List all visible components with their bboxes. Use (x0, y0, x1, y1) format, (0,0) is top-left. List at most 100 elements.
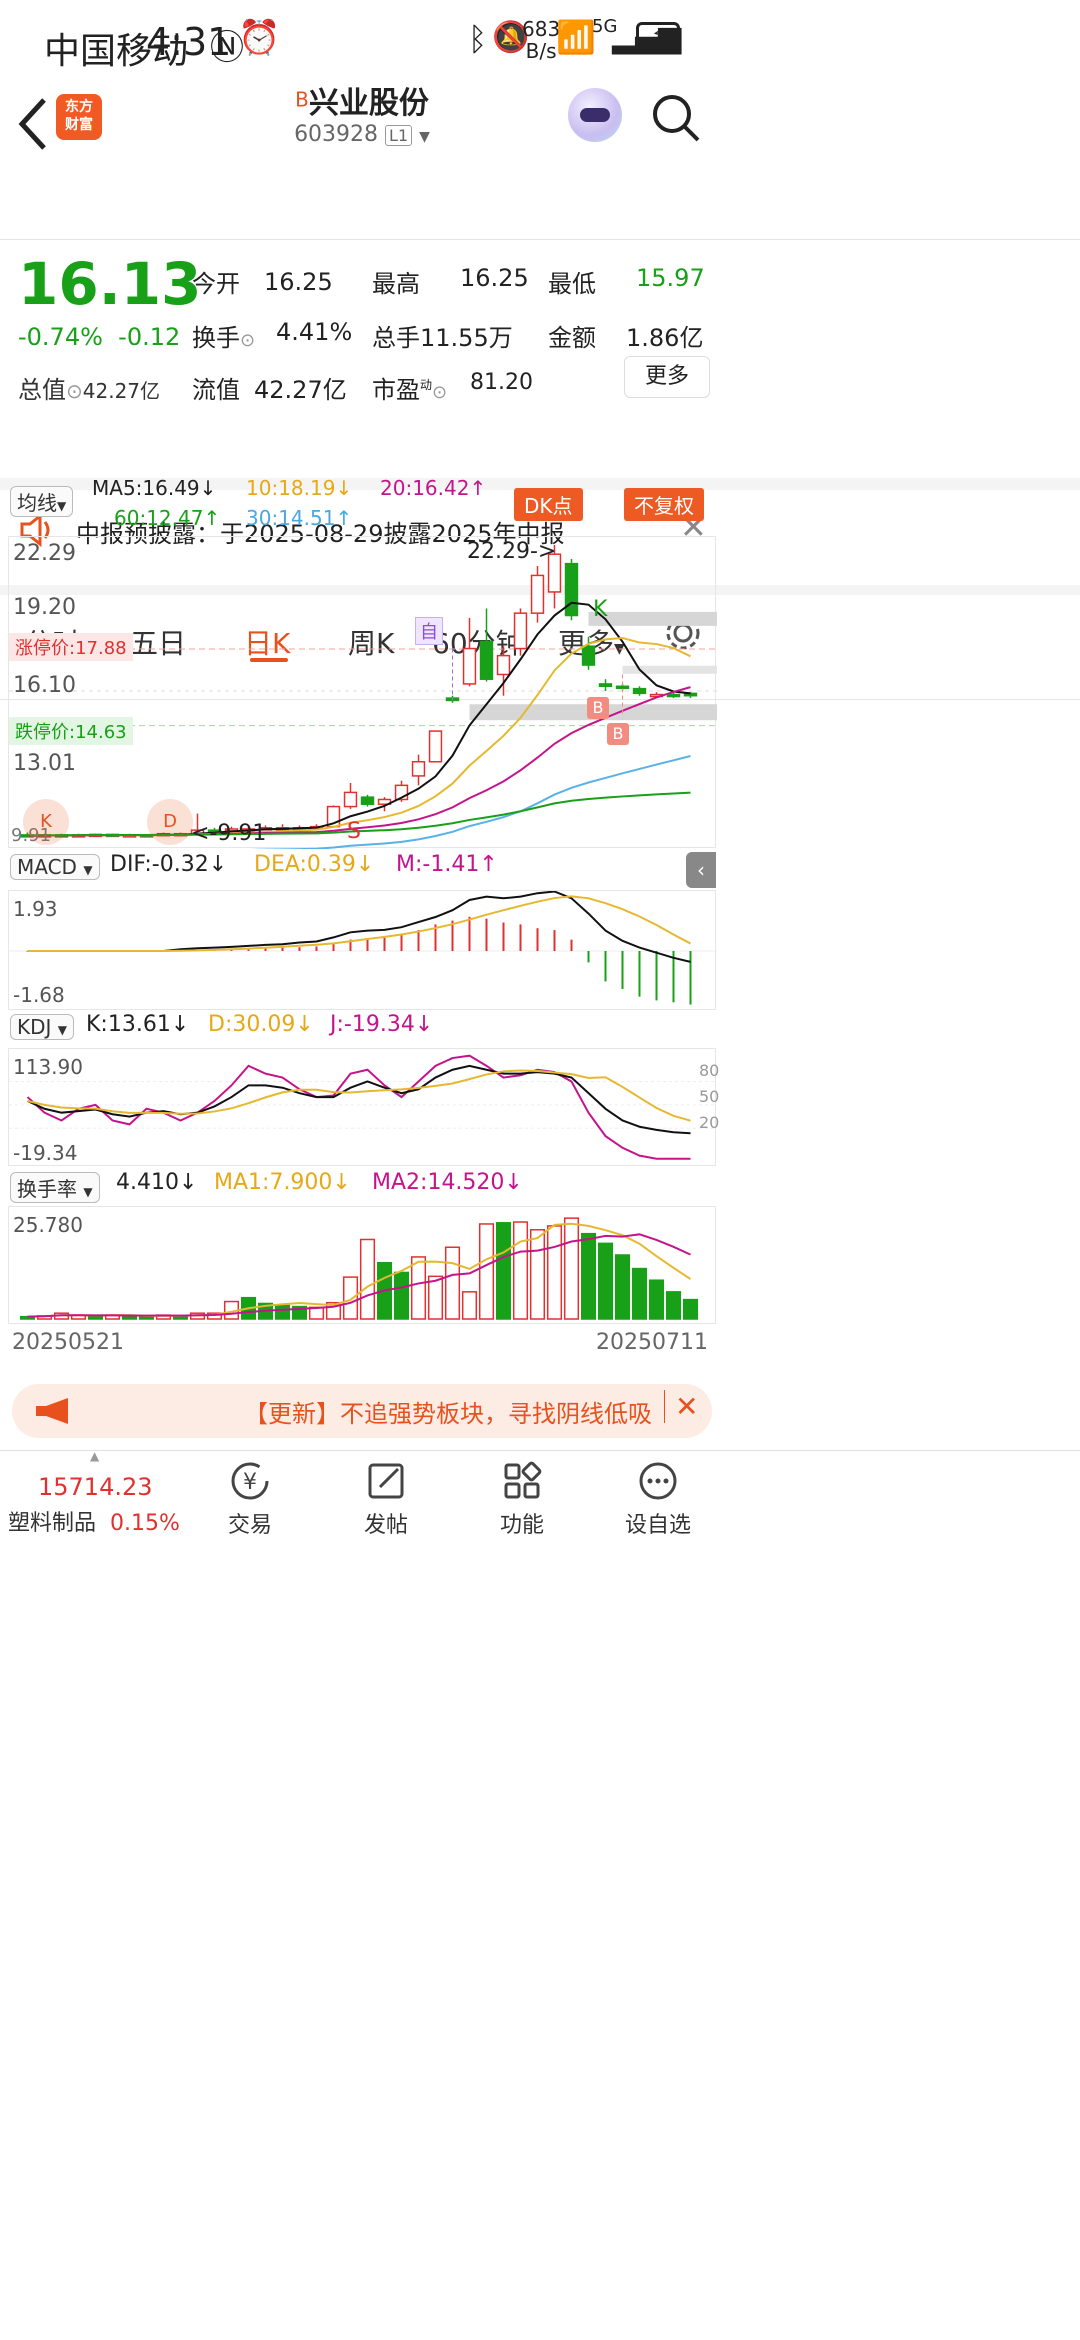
up-arrow-icon: ▲ (90, 1449, 100, 1463)
bluetooth-icon: ᛒ (468, 20, 488, 58)
index-value[interactable]: 15714.23 (38, 1473, 153, 1501)
wifi-icon: 📶 (556, 18, 596, 56)
turnover-bar (614, 1254, 631, 1320)
nav-add-watchlist[interactable]: 设自选 (618, 1459, 698, 1539)
nav-functions[interactable]: 功能 (482, 1459, 562, 1539)
search-icon[interactable] (650, 92, 702, 144)
buy-marker-2[interactable]: B (607, 723, 629, 745)
turnover-ma1: MA1:7.900↓ (214, 1170, 351, 1195)
robot-assistant-icon[interactable] (568, 88, 622, 142)
limit-up-label: 涨停价:17.88 (9, 633, 133, 661)
j-line (26, 1054, 691, 1160)
alarm-icon: ⏰ (238, 18, 281, 58)
macd-panel[interactable]: 1.93 -1.68 (8, 890, 717, 1010)
macd-bar (400, 933, 403, 951)
date-start: 20250521 (12, 1330, 124, 1355)
candle-body (479, 640, 494, 680)
adjust-button[interactable]: 不复权 (624, 488, 704, 521)
turnover-bar (512, 1221, 529, 1320)
more-dots-icon (639, 1462, 677, 1500)
turnover-selector[interactable]: 换手率 ▼ (10, 1172, 100, 1203)
candle-body (615, 685, 630, 690)
y-label-4: 13.01 (13, 751, 76, 776)
buy-marker-1[interactable]: B (587, 697, 609, 719)
mktcap-row: 总值⊙42.27亿 (18, 370, 160, 405)
turnover-bar (478, 1223, 495, 1320)
ma5-value: MA5:16.49↓ (92, 476, 217, 500)
macd-bar (519, 924, 522, 951)
low-annotation: <-9.91 (191, 821, 267, 846)
nav-post[interactable]: 发帖 (346, 1459, 426, 1539)
macd-bar (638, 951, 641, 997)
info-icon[interactable]: ⊙ (66, 379, 83, 403)
collapse-panel-button[interactable]: ‹ (686, 852, 716, 888)
kdj-j: J:-19.34↓ (330, 1012, 434, 1037)
candle-body (581, 645, 596, 666)
candle-body (666, 693, 681, 698)
amount-value: 1.86亿 (626, 324, 704, 352)
k-signal-bubble[interactable]: K (23, 799, 69, 845)
zone-band (622, 665, 717, 674)
macd-bar (502, 922, 505, 951)
candle-body (462, 647, 477, 685)
candle-body (411, 761, 426, 777)
dk-point-button[interactable]: DK点 (514, 488, 583, 521)
float-value: 42.27亿 (254, 376, 347, 404)
macd-bar (281, 947, 284, 951)
turnover-bar (461, 1291, 478, 1320)
kdj-50: 50 (699, 1087, 720, 1106)
ad-banner[interactable]: 【更新】不追强势板块，寻找阴线低吸 ✕ (12, 1384, 712, 1438)
turnover-bar (342, 1276, 359, 1320)
yuan-circle-icon: ¥ (231, 1462, 269, 1500)
macd-chart (9, 890, 717, 1005)
turnover-bar (631, 1267, 648, 1320)
macd-bar (621, 951, 624, 989)
macd-bar (332, 943, 335, 951)
macd-selector[interactable]: MACD ▼ (10, 854, 100, 880)
pe-label: 市盈动⊙ (372, 376, 448, 404)
open-label: 今开 (192, 270, 240, 298)
turnover-bar (665, 1291, 682, 1320)
ma30-value: 30:14.51↑ (246, 506, 353, 530)
macd-bar (298, 947, 301, 951)
more-button[interactable]: 更多 (624, 356, 710, 398)
y-label-3: 16.10 (13, 673, 76, 698)
macd-bar (553, 930, 556, 951)
turnover-bar (410, 1256, 427, 1320)
macd-bar (383, 937, 386, 951)
megaphone-icon (36, 1398, 68, 1424)
zi-marker[interactable]: 自 (415, 617, 443, 645)
kline-panel[interactable]: 22.29 19.20 16.10 13.01 涨停价:17.88 跌停价:14… (8, 536, 717, 849)
ma60-value: 60:12.47↑ (114, 506, 221, 530)
macd-dif: DIF:-0.32↓ (110, 852, 228, 877)
macd-bar (417, 930, 420, 951)
d-signal-bubble[interactable]: D (147, 799, 193, 845)
ad-close-icon[interactable]: ✕ (664, 1390, 698, 1423)
index-row[interactable]: 塑料制品 0.15% (8, 1505, 180, 1537)
turnover-panel[interactable]: 25.780 (8, 1206, 716, 1324)
ad-text: 【更新】不追强势板块，寻找阴线低吸 (244, 1400, 652, 1428)
macd-bar (587, 951, 590, 963)
kdj-chart (9, 1054, 717, 1160)
pe-value: 81.20 (470, 370, 533, 395)
grid-icon (504, 1461, 542, 1499)
kdj-panel[interactable]: 113.90 -19.34 80 50 20 (8, 1048, 720, 1166)
ma-selector[interactable]: 均线▼ (10, 486, 74, 517)
s-marker: S (347, 819, 361, 844)
open-value: 16.25 (264, 267, 333, 296)
candle-body (513, 612, 528, 650)
turnover-bar (546, 1225, 563, 1320)
k-marker: K (593, 597, 608, 622)
macd-bar (536, 928, 539, 951)
mktcap-label: 总值 (18, 376, 66, 404)
turnover-bar (682, 1298, 699, 1320)
amount-label: 金额 (548, 324, 596, 352)
float-label: 流值 (192, 376, 240, 404)
turnover-bar (359, 1238, 376, 1320)
nav-trade[interactable]: ¥ 交易 (210, 1459, 290, 1539)
y-label-max: 22.29 (13, 541, 76, 566)
limit-down-label: 跌停价:14.63 (9, 717, 133, 745)
battery-icon: ⚡ (636, 22, 680, 50)
kdj-selector[interactable]: KDJ ▼ (10, 1014, 75, 1040)
macd-m: M:-1.41↑ (396, 852, 498, 877)
